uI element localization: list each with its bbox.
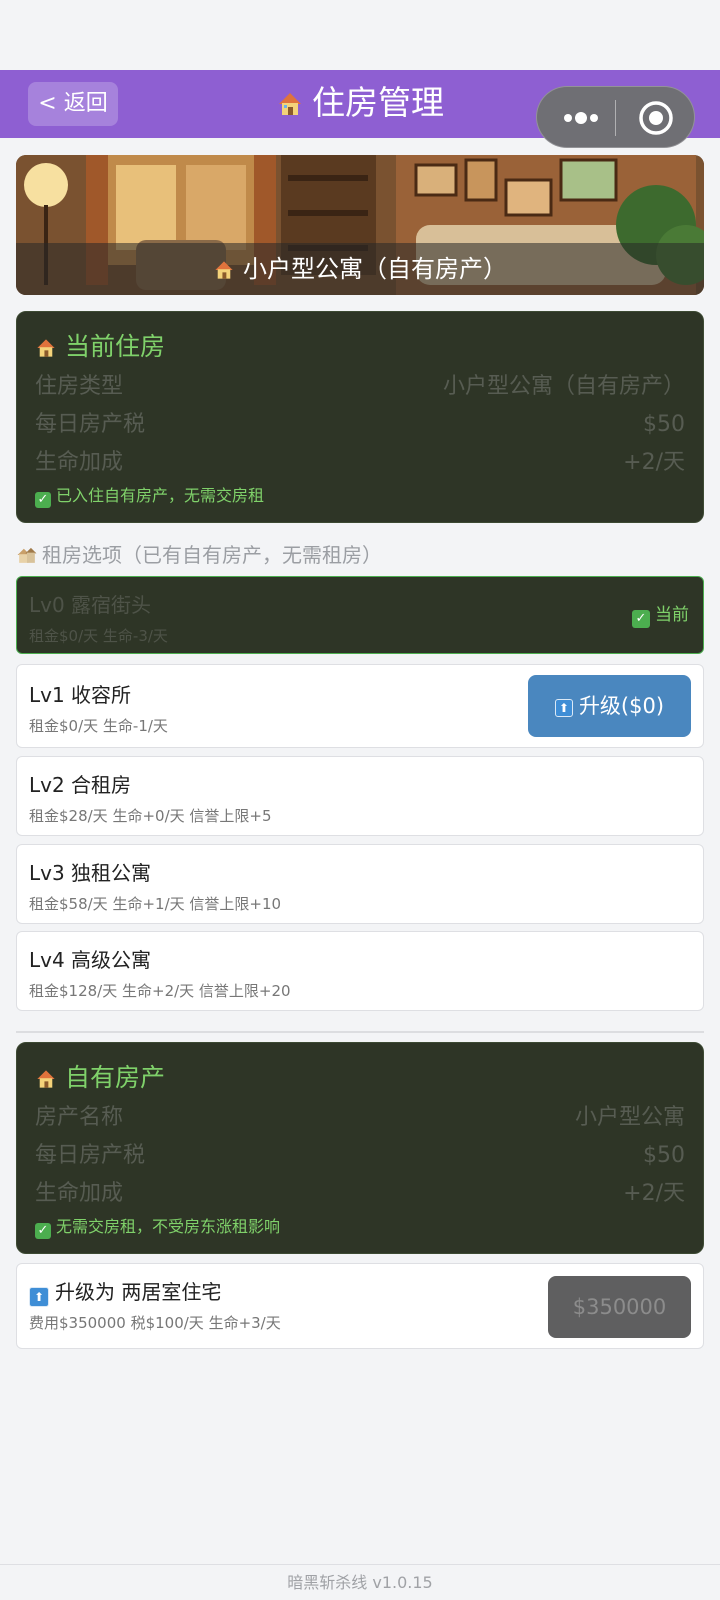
option-name: Lv3 独租公寓: [29, 861, 152, 885]
own-property-card: 自有房产 房产名称 小户型公寓 每日房产税 $50 生命加成 +2/天 ✓ 无需交…: [16, 1042, 704, 1254]
up-arrow-icon: ⬆: [29, 1287, 49, 1307]
housing-banner: 小户型公寓（自有房产）: [16, 155, 704, 295]
own-property-note-text: 无需交房租，不受房东涨租影响: [56, 1217, 281, 1236]
mini-program-capsule: [536, 86, 695, 148]
property-name-value: 小户型公寓: [574, 1105, 685, 1130]
house-icon: [276, 84, 304, 130]
property-upgrade-title: ⬆ 升级为 两居室住宅: [29, 1278, 221, 1307]
property-upgrade-detail: 费用$350000 税$100/天 生命+3/天: [29, 1314, 281, 1332]
property-tax-value: $50: [643, 1143, 685, 1168]
property-tax-value: $50: [643, 412, 685, 437]
check-icon: ✓: [632, 610, 650, 628]
own-property-title: 自有房产: [35, 1061, 165, 1099]
property-tax-label: 每日房产税: [35, 412, 146, 437]
life-bonus-label: 生命加成: [35, 450, 124, 475]
option-name: Lv4 高级公寓: [29, 948, 152, 972]
upgrade-rental-button-label: 升级($0): [578, 694, 665, 718]
own-property-note: ✓ 无需交房租，不受房东涨租影响: [35, 1215, 280, 1239]
current-housing-note: ✓ 已入住自有房产，无需交房租: [35, 484, 264, 508]
house-icon: [35, 334, 57, 368]
current-housing-note-text: 已入住自有房产，无需交房租: [56, 486, 265, 505]
current-housing-title-text: 当前住房: [65, 332, 166, 361]
section-divider: [16, 1031, 704, 1033]
current-badge-text: 当前: [655, 605, 689, 625]
life-bonus-value: +2/天: [623, 450, 685, 475]
banner-caption: 小户型公寓（自有房产）: [16, 243, 704, 295]
option-detail: 租金$58/天 生命+1/天 信誉上限+10: [29, 895, 282, 913]
rental-option-lv1: Lv1 收容所 租金$0/天 生命-1/天 ⬆ 升级($0): [16, 664, 704, 748]
option-detail: 租金$128/天 生命+2/天 信誉上限+20: [29, 982, 291, 1000]
option-detail: 租金$0/天 生命-1/天: [29, 717, 168, 735]
buy-property-button[interactable]: $350000: [548, 1276, 691, 1338]
rental-option-lv3[interactable]: Lv3 独租公寓 租金$58/天 生命+1/天 信誉上限+10: [16, 844, 704, 924]
house-icon: [35, 1065, 57, 1099]
rental-section-label: 租房选项（已有自有房产，无需租房）: [16, 540, 382, 574]
life-bonus-value: +2/天: [623, 1181, 685, 1206]
option-name: Lv2 合租房: [29, 773, 132, 797]
option-detail: 租金$28/天 生命+0/天 信誉上限+5: [29, 807, 272, 825]
check-icon: ✓: [35, 1223, 51, 1239]
rental-option-lv2[interactable]: Lv2 合租房 租金$28/天 生命+0/天 信誉上限+5: [16, 756, 704, 836]
up-arrow-icon: ⬆: [554, 699, 573, 717]
housing-type-value: 小户型公寓（自有房产）: [442, 374, 685, 399]
banner-caption-text: 小户型公寓（自有房产）: [243, 255, 507, 283]
rental-option-lv4[interactable]: Lv4 高级公寓 租金$128/天 生命+2/天 信誉上限+20: [16, 931, 704, 1011]
current-housing-title: 当前住房: [35, 330, 165, 368]
current-housing-card: 当前住房 住房类型 小户型公寓（自有房产） 每日房产税 $50 生命加成 +2/…: [16, 311, 704, 523]
page-title-text: 住房管理: [312, 83, 444, 122]
rental-option-lv0[interactable]: Lv0 露宿街头 租金$0/天 生命-3/天 ✓ 当前: [16, 576, 704, 654]
close-miniprogram-icon[interactable]: [637, 99, 675, 137]
property-tax-label: 每日房产税: [35, 1143, 146, 1168]
option-detail: 租金$0/天 生命-3/天: [29, 627, 168, 645]
option-name: Lv0 露宿街头: [29, 593, 152, 617]
property-upgrade-title-text: 升级为 两居室住宅: [55, 1280, 222, 1304]
more-icon[interactable]: [557, 87, 605, 149]
rental-section-label-text: 租房选项（已有自有房产，无需租房）: [42, 543, 382, 567]
check-icon: ✓: [35, 492, 51, 508]
housing-type-label: 住房类型: [35, 374, 124, 399]
current-badge: ✓ 当前: [632, 603, 689, 628]
capsule-divider: [615, 100, 616, 136]
version-footer: 暗黑斩杀线 v1.0.15: [0, 1564, 720, 1600]
option-name: Lv1 收容所: [29, 683, 132, 707]
property-upgrade-row: ⬆ 升级为 两居室住宅 费用$350000 税$100/天 生命+3/天 $350…: [16, 1263, 704, 1349]
life-bonus-label: 生命加成: [35, 1181, 124, 1206]
own-property-title-text: 自有房产: [65, 1063, 166, 1092]
upgrade-rental-button[interactable]: ⬆ 升级($0): [528, 675, 691, 737]
property-name-label: 房产名称: [35, 1105, 124, 1130]
house-icon: [213, 247, 235, 295]
houses-icon: [16, 544, 38, 574]
